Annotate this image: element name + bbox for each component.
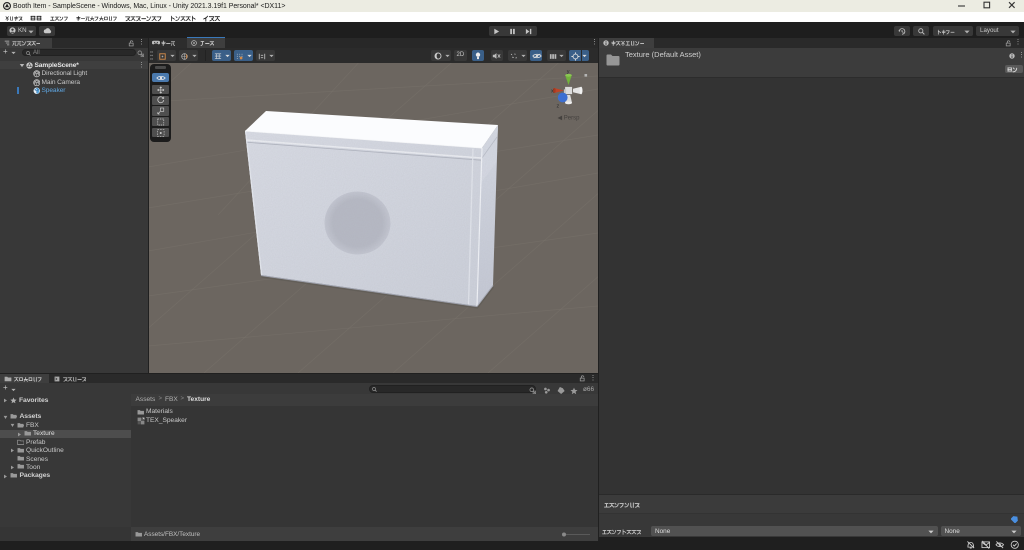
svg-text:y: y — [567, 69, 570, 75]
svg-text:z: z — [557, 104, 560, 110]
svg-text:x: x — [551, 89, 554, 95]
svg-text:◀ Persp: ◀ Persp — [558, 116, 581, 122]
